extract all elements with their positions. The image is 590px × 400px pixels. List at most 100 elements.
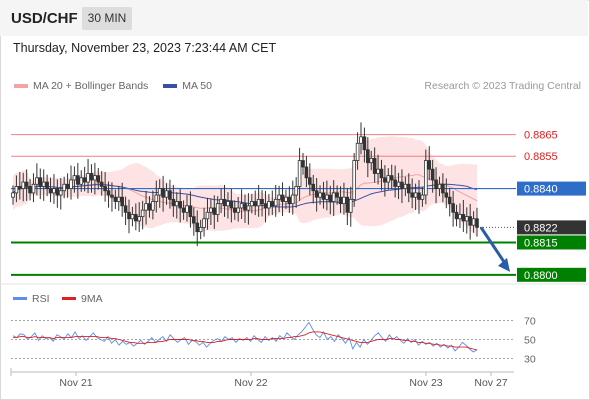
candle xyxy=(178,201,182,209)
candle xyxy=(123,205,128,213)
candle xyxy=(69,179,73,189)
price-chart: 0.8865 0.8855 0.8840 0.8822 0.8815 0.8800 RSI 9… xyxy=(0,122,588,389)
candle xyxy=(185,205,189,213)
candle xyxy=(471,218,476,226)
resistance-2-label: 0.8865 xyxy=(524,130,558,142)
candle xyxy=(236,207,240,213)
rsi-ma-swatch xyxy=(62,297,76,300)
candle xyxy=(157,188,162,196)
rsi-axis-label: 70 xyxy=(524,316,536,328)
candle xyxy=(345,196,350,213)
candle xyxy=(444,192,449,198)
candle xyxy=(174,201,179,207)
candle xyxy=(352,160,356,200)
candle xyxy=(209,207,213,213)
candle xyxy=(212,207,217,215)
candle xyxy=(116,196,121,202)
candle xyxy=(151,201,155,211)
candle xyxy=(232,207,237,213)
candle xyxy=(243,203,247,211)
candle xyxy=(410,192,414,198)
candle xyxy=(120,196,124,207)
candle xyxy=(79,177,84,185)
candle xyxy=(222,198,227,207)
candle xyxy=(447,196,452,205)
candle xyxy=(110,194,114,198)
candle xyxy=(86,173,90,183)
candle xyxy=(321,192,326,200)
candle xyxy=(417,192,421,200)
candle xyxy=(287,196,292,205)
candle xyxy=(297,160,302,187)
candle xyxy=(250,201,254,207)
candle xyxy=(72,175,77,181)
candle xyxy=(396,181,401,187)
candle xyxy=(253,201,258,207)
candle xyxy=(96,175,101,183)
candle xyxy=(454,211,459,220)
candle xyxy=(215,203,220,215)
candle xyxy=(192,216,196,224)
candle xyxy=(406,183,411,194)
candle xyxy=(362,136,367,151)
rsi-ma-legend-label: 9MA xyxy=(81,293,103,305)
candle xyxy=(11,192,15,198)
candle xyxy=(328,194,333,202)
candle xyxy=(181,207,186,213)
x-tick-label: Nov 23 xyxy=(409,377,442,389)
candle xyxy=(28,186,32,194)
candle xyxy=(38,177,43,187)
candle xyxy=(389,175,394,181)
candle xyxy=(134,214,138,222)
candle xyxy=(348,198,353,213)
candle xyxy=(154,194,159,202)
candle xyxy=(273,198,278,207)
candle xyxy=(31,183,36,194)
candle xyxy=(403,183,408,189)
candle xyxy=(45,181,49,189)
candle xyxy=(99,181,104,187)
candle xyxy=(144,203,148,211)
candle xyxy=(386,175,391,183)
candle xyxy=(229,201,234,209)
candle xyxy=(369,157,374,164)
candle xyxy=(219,198,223,205)
candle xyxy=(379,168,384,179)
candle xyxy=(52,188,56,194)
candle xyxy=(161,188,165,198)
candle xyxy=(420,194,425,200)
candle xyxy=(475,218,479,228)
candle xyxy=(434,179,438,189)
candle xyxy=(267,201,271,209)
candle xyxy=(76,175,80,185)
candle xyxy=(18,186,22,189)
candle xyxy=(314,190,319,198)
candle xyxy=(318,192,322,198)
candle xyxy=(464,216,469,222)
candle xyxy=(260,198,264,205)
candle xyxy=(437,183,442,189)
candle xyxy=(55,188,60,196)
candle xyxy=(311,183,316,192)
candle xyxy=(270,201,275,207)
candle xyxy=(263,203,268,209)
candle xyxy=(127,211,131,220)
candle xyxy=(58,190,63,196)
candle xyxy=(226,201,230,207)
candle xyxy=(14,186,19,194)
candle xyxy=(21,181,26,189)
candle xyxy=(424,160,428,196)
candle xyxy=(48,188,53,194)
candle xyxy=(366,149,370,164)
candle xyxy=(82,177,87,183)
candle xyxy=(239,203,244,209)
candle xyxy=(89,173,94,181)
candle xyxy=(205,211,210,220)
support-1-label: 0.8815 xyxy=(524,237,558,249)
candle xyxy=(202,218,206,228)
candle xyxy=(35,177,39,185)
candle xyxy=(393,179,397,187)
candle xyxy=(325,194,329,200)
rsi-legend-label: RSI xyxy=(32,293,50,305)
rsi-line xyxy=(12,321,478,353)
